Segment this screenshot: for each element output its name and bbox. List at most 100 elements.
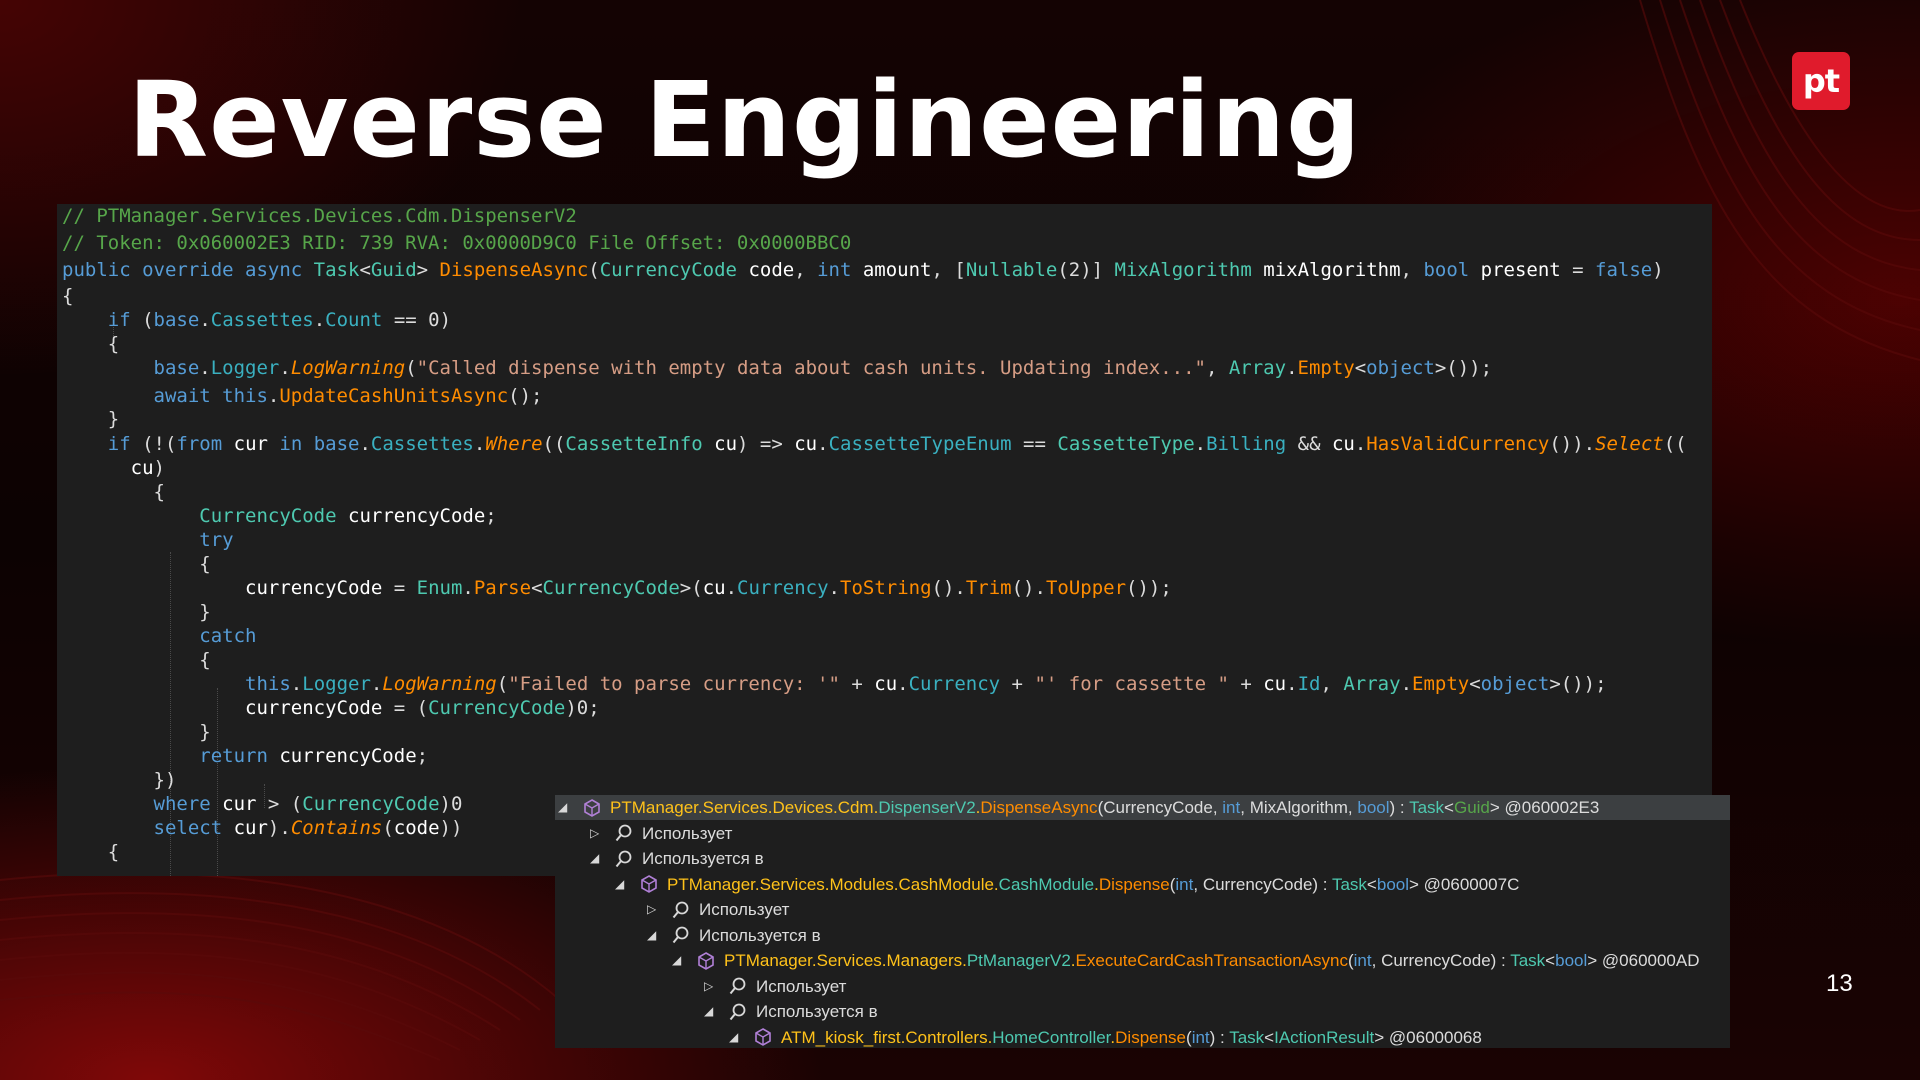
tree-token: (CurrencyCode, <box>1097 798 1223 817</box>
code-token: + <box>1000 673 1035 695</box>
tree-token: > @060002E3 <box>1489 798 1600 817</box>
code-token: amount <box>851 259 932 281</box>
tree-token: Используется в <box>642 849 764 868</box>
tree-token: > @0600007C <box>1409 874 1520 894</box>
code-token: Cassettes <box>210 309 314 331</box>
code-token: . <box>828 577 840 599</box>
code-line: select cur).Contains(code)) <box>62 816 463 840</box>
tree-row-label: Использует <box>756 974 846 999</box>
tree-token: HomeController <box>992 1027 1111 1047</box>
code-token: } <box>62 721 211 743</box>
code-editor: // PTManager.Services.Devices.Cdm.Dispen… <box>57 204 1712 876</box>
code-token: present <box>1469 259 1561 281</box>
tree-row[interactable]: ▷ Использует <box>590 821 732 846</box>
code-token: < <box>1469 673 1481 695</box>
tree-row[interactable]: ◢ PTManager.Services.Devices.Cdm.Dispense… <box>558 795 1599 820</box>
tree-row-label: Используется в <box>642 846 764 871</box>
expanded-arrow-icon[interactable]: ◢ <box>590 846 604 871</box>
method-icon <box>639 874 659 894</box>
tree-token: int <box>1222 798 1241 817</box>
code-line: { <box>62 840 119 864</box>
code-token: currencyCode <box>336 505 486 527</box>
code-token: )0; <box>565 697 600 719</box>
code-token: CurrencyCode <box>428 697 566 719</box>
expanded-arrow-icon[interactable]: ◢ <box>647 923 661 948</box>
code-line: where cur > (CurrencyCode)0 <box>62 792 463 816</box>
code-token: object <box>1366 357 1435 379</box>
code-token: . <box>267 385 280 407</box>
code-token: ) <box>1652 259 1664 281</box>
collapsed-arrow-icon[interactable]: ▷ <box>647 897 661 922</box>
collapsed-arrow-icon[interactable]: ▷ <box>590 821 604 846</box>
expanded-arrow-icon[interactable]: ◢ <box>704 999 718 1024</box>
code-token: code <box>393 817 440 839</box>
search-icon <box>728 976 748 996</box>
code-token: (); <box>508 385 543 407</box>
code-token: CassetteInfo <box>565 433 703 455</box>
code-token: < <box>359 259 371 281</box>
code-token: Billing <box>1206 433 1287 455</box>
tree-token: , CurrencyCode) : <box>1193 874 1332 894</box>
expanded-arrow-icon[interactable]: ◢ <box>729 1025 743 1049</box>
code-line: { <box>62 284 73 308</box>
code-token: cu <box>794 433 818 455</box>
expanded-arrow-icon[interactable]: ◢ <box>558 795 572 820</box>
code-token: "' for cassette " <box>1034 673 1229 695</box>
code-token: this <box>245 673 291 695</box>
tree-token: int <box>1353 951 1372 970</box>
tree-token: Dispense <box>1098 874 1170 894</box>
tree-token: Task <box>1331 874 1367 894</box>
expanded-arrow-icon[interactable]: ◢ <box>672 948 686 973</box>
code-token: where <box>153 793 211 815</box>
code-token: . <box>199 309 211 331</box>
slide-title: Reverse Engineering <box>128 59 1362 181</box>
code-line: currencyCode = (CurrencyCode)0; <box>62 696 600 720</box>
code-line: currencyCode = Enum.Parse<CurrencyCode>(… <box>62 576 1172 600</box>
tree-row[interactable]: ▷ Использует <box>704 974 846 999</box>
code-token: == 0) <box>382 309 452 331</box>
code-token: Currency <box>908 673 1001 695</box>
tree-row[interactable]: ◢ PTManager.Services.Modules.CashModule.C… <box>615 872 1519 897</box>
code-token: cur <box>222 817 268 839</box>
expanded-arrow-icon[interactable]: ◢ <box>615 872 629 897</box>
code-token: int <box>817 259 852 281</box>
tree-token: Guid <box>1453 798 1490 817</box>
tree-row[interactable]: ◢ Используется в <box>647 923 821 948</box>
tree-row[interactable]: ◢ Используется в <box>704 999 878 1024</box>
code-token: try <box>199 529 234 551</box>
code-token: (). <box>931 577 966 599</box>
tree-row-label: ATM_kiosk_first.Controllers.HomeControll… <box>781 1025 1482 1049</box>
method-icon <box>696 951 716 971</box>
tree-row[interactable]: ▷ Использует <box>647 897 789 922</box>
code-token: . <box>725 577 738 599</box>
code-token: && <box>1286 433 1332 455</box>
code-token: if <box>107 309 131 331</box>
tree-row[interactable]: ◢ Используется в <box>590 846 764 871</box>
code-token: cu <box>702 577 726 599</box>
code-token: }) <box>62 769 177 791</box>
code-token: } <box>62 601 211 623</box>
code-line: base.Logger.LogWarning("Called dispense … <box>62 356 1493 380</box>
search-icon <box>728 1002 748 1022</box>
code-line: } <box>62 600 211 624</box>
code-token: Guid <box>370 259 417 281</box>
code-token: Currency <box>737 577 829 599</box>
tree-token: Task <box>1510 951 1546 970</box>
tree-row[interactable]: ◢ PTManager.Services.Managers.PtManagerV2… <box>672 948 1700 973</box>
code-token: code <box>737 259 795 281</box>
code-token: (). <box>1011 577 1046 599</box>
tree-row[interactable]: ◢ ATM_kiosk_first.Controllers.HomeControl… <box>729 1025 1482 1049</box>
code-token: base <box>153 357 200 379</box>
code-line: public override async Task<Guid> Dispens… <box>62 258 1664 282</box>
code-token: >()); <box>1549 673 1607 695</box>
code-token: , <box>1400 259 1424 281</box>
collapsed-arrow-icon[interactable]: ▷ <box>704 974 718 999</box>
tree-row-label: Используется в <box>699 923 821 948</box>
code-token: Task <box>313 259 360 281</box>
code-line: { <box>62 480 165 504</box>
